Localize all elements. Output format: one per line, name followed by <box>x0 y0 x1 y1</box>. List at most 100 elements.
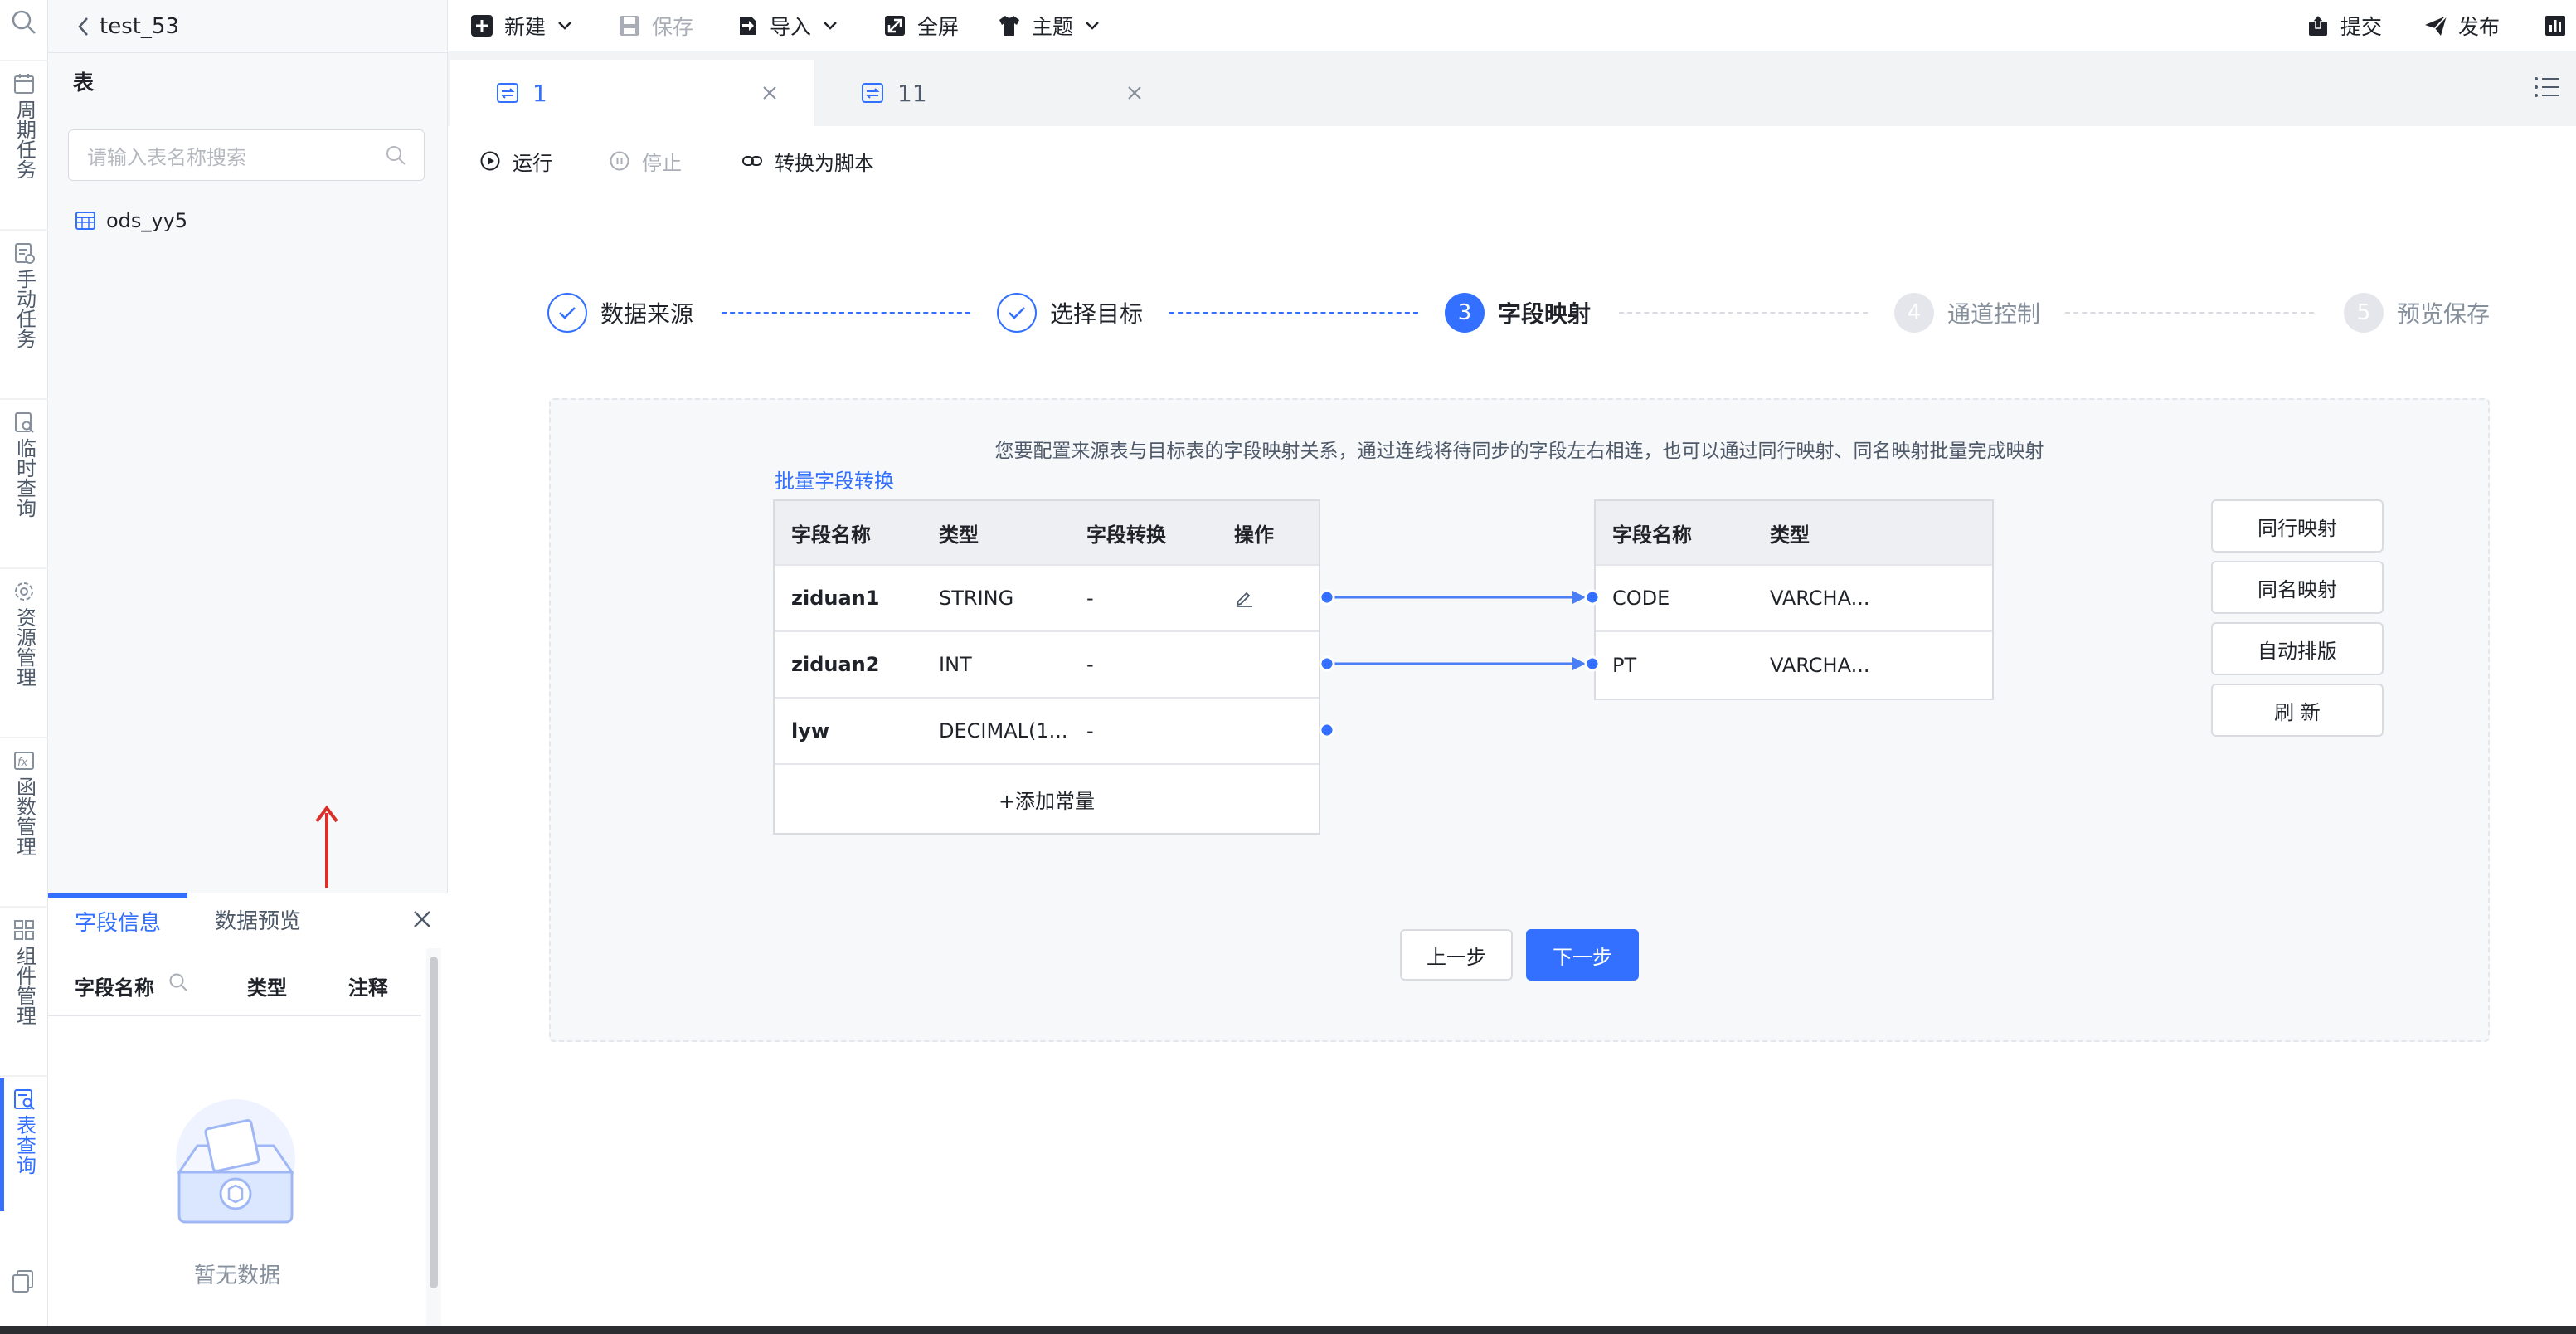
step-connector <box>1619 312 1868 314</box>
table-name: ods_yy5 <box>106 209 188 232</box>
run-button[interactable]: 运行 <box>479 143 552 179</box>
refresh-button[interactable]: 刷 新 <box>2211 684 2384 737</box>
field-table-header: 字段名称 类型 注释 <box>48 953 421 1016</box>
paper-plane-icon <box>2425 15 2447 36</box>
target-anchor[interactable] <box>1584 589 1601 606</box>
target-anchor[interactable] <box>1584 655 1601 672</box>
fullscreen-icon <box>885 16 905 36</box>
step-label: 通道控制 <box>1947 300 2041 328</box>
chevron-down-icon <box>1086 22 1099 30</box>
project-name[interactable]: test_53 <box>100 14 179 39</box>
submit-label: 提交 <box>2340 15 2383 39</box>
svg-text:fx: fx <box>17 757 28 769</box>
check-icon <box>997 293 1037 333</box>
same-row-mapping-button[interactable]: 同行映射 <box>2211 499 2384 553</box>
rail-label: 手动任务 <box>12 269 36 348</box>
next-step-button[interactable]: 下一步 <box>1526 929 1639 981</box>
rail-item-resource-management[interactable]: 资源管理 <box>0 579 48 687</box>
column-header-field-name: 字段名称 <box>75 976 154 1000</box>
copy-icon[interactable] <box>10 1268 36 1300</box>
run-label: 运行 <box>513 151 552 175</box>
back-icon[interactable] <box>76 16 91 37</box>
field-info-panel: 字段信息 数据预览 字段名称 类型 注释 暂无数据 <box>48 893 448 1327</box>
rail-label: 资源管理 <box>12 607 36 687</box>
step-connector <box>2065 312 2314 314</box>
same-name-mapping-button[interactable]: 同名映射 <box>2211 561 2384 614</box>
table-icon <box>75 212 95 230</box>
rail-item-periodic-task[interactable]: 周期任务 <box>0 71 48 179</box>
prev-step-button[interactable]: 上一步 <box>1400 929 1513 981</box>
table-search-icon <box>14 1089 35 1110</box>
tshirt-icon <box>999 16 1019 36</box>
step-connector <box>722 312 970 314</box>
empty-box-icon <box>176 1099 295 1224</box>
rail-item-function-management[interactable]: fx 函数管理 <box>0 748 48 856</box>
tab-11[interactable]: 11 <box>814 60 1179 126</box>
table-search-input[interactable]: 请输入表名称搜索 <box>68 129 425 181</box>
search-icon[interactable] <box>168 971 189 998</box>
close-icon[interactable] <box>761 85 778 101</box>
source-anchor[interactable] <box>1319 589 1335 606</box>
rail-item-manual-task[interactable]: 手动任务 <box>0 241 48 348</box>
mapping-connections <box>1319 589 1601 738</box>
step-data-source: 数据来源 <box>547 292 693 334</box>
source-anchor[interactable] <box>1319 655 1335 672</box>
step-connector <box>1169 312 1418 314</box>
icon-rail: 周期任务 手动任务 临时查询 资源管理 fx 函数管理 组件管理 表查询 <box>0 0 48 1326</box>
rail-label: 函数管理 <box>12 777 36 856</box>
top-toolbar: 新建 保存 导入 全屏 主题 提交 发布 <box>448 0 2576 51</box>
convert-label: 转换为脚本 <box>775 151 874 175</box>
tab-data-preview[interactable]: 数据预览 <box>187 893 328 945</box>
theme-button[interactable]: 主题 <box>997 0 1101 51</box>
tab-field-info[interactable]: 字段信息 <box>48 893 187 945</box>
new-label: 新建 <box>504 15 547 39</box>
source-anchor[interactable] <box>1319 722 1335 738</box>
fullscreen-label: 全屏 <box>917 15 960 39</box>
dock-strip <box>0 1326 2576 1334</box>
chart-icon <box>2545 16 2565 36</box>
save-label: 保存 <box>652 15 694 39</box>
rail-item-component-management[interactable]: 组件管理 <box>0 918 48 1025</box>
temp-query-icon <box>15 412 34 433</box>
arrow-head <box>1572 591 1586 604</box>
section-title: 表 <box>73 71 95 95</box>
pause-icon <box>610 151 629 171</box>
rail-label: 组件管理 <box>12 946 36 1025</box>
scrollbar[interactable] <box>426 948 441 1327</box>
theme-label: 主题 <box>1032 15 1074 39</box>
step-channel-control: 4 通道控制 <box>1894 292 2040 334</box>
save-button[interactable]: 保存 <box>617 0 693 51</box>
annotation-arrow-icon <box>315 805 338 888</box>
step-label: 预览保存 <box>2397 300 2491 328</box>
calendar-icon <box>14 74 34 94</box>
step-label: 字段映射 <box>1498 300 1592 328</box>
import-icon <box>740 17 756 35</box>
save-icon <box>620 16 639 36</box>
fullscreen-button[interactable]: 全屏 <box>882 0 959 51</box>
step-number: 3 <box>1445 293 1485 333</box>
sync-task-icon <box>497 83 518 103</box>
dashboard-button[interactable] <box>2543 0 2576 51</box>
rail-item-temp-query[interactable]: 临时查询 <box>0 410 48 518</box>
search-icon[interactable] <box>10 8 38 42</box>
step-number: 5 <box>2344 293 2384 333</box>
list-menu-icon[interactable] <box>2533 75 2561 100</box>
rail-item-table-query[interactable]: 表查询 <box>0 1087 48 1175</box>
publish-button[interactable]: 发布 <box>2423 0 2500 51</box>
search-icon[interactable] <box>384 144 407 172</box>
step-field-mapping: 3 字段映射 <box>1445 292 1591 334</box>
editor-tabs: 1 11 <box>448 51 2576 126</box>
convert-to-script-button[interactable]: 转换为脚本 <box>741 143 874 179</box>
tab-label: 11 <box>897 79 927 107</box>
close-icon[interactable] <box>1126 85 1143 101</box>
table-list-item[interactable]: ods_yy5 <box>75 206 187 236</box>
submit-button[interactable]: 提交 <box>2306 0 2382 51</box>
link-icon <box>742 156 762 166</box>
new-button[interactable]: 新建 <box>469 0 574 51</box>
stop-button[interactable]: 停止 <box>609 143 682 179</box>
auto-layout-button[interactable]: 自动排版 <box>2211 622 2384 675</box>
chevron-down-icon <box>824 22 837 30</box>
tab-1[interactable]: 1 <box>450 60 814 126</box>
import-button[interactable]: 导入 <box>735 0 839 51</box>
close-icon[interactable] <box>411 908 433 936</box>
